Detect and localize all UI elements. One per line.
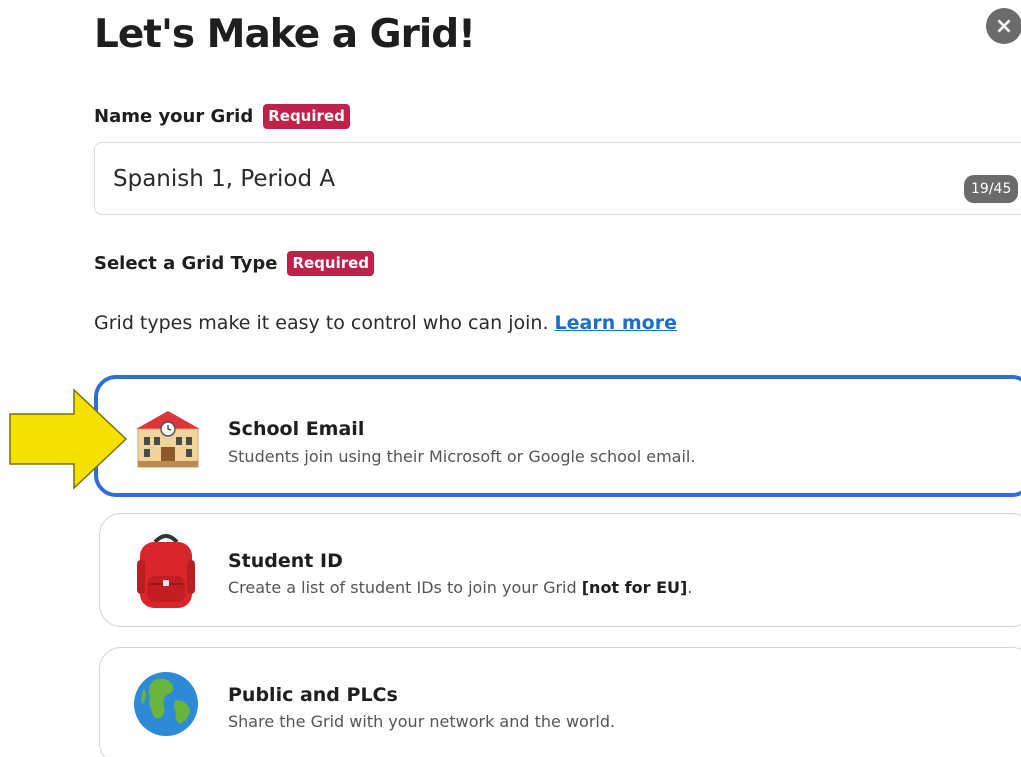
grid-type-label-row: Select a Grid Type Required <box>94 251 375 276</box>
name-field-label-row: Name your Grid Required <box>94 104 350 129</box>
grid-name-field: 19/45 <box>94 142 1021 215</box>
school-building-icon <box>136 411 200 468</box>
close-button[interactable]: × <box>986 8 1021 44</box>
grid-type-option-student-id[interactable]: Student ID Create a list of student IDs … <box>99 513 1021 627</box>
learn-more-link[interactable]: Learn more <box>555 312 677 334</box>
name-field-label: Name your Grid <box>94 106 254 127</box>
backpack-icon <box>137 534 195 608</box>
description-suffix: . <box>687 578 693 597</box>
option-title: Student ID <box>228 550 343 572</box>
grid-type-label: Select a Grid Type <box>94 253 278 274</box>
option-description: Create a list of student IDs to join you… <box>228 578 692 597</box>
eu-restriction-note: [not for EU] <box>581 578 688 597</box>
page-title: Let's Make a Grid! <box>94 12 476 57</box>
create-grid-dialog: Let's Make a Grid! × Name your Grid Requ… <box>0 0 1021 757</box>
grid-type-helper: Grid types make it easy to control who c… <box>94 312 677 334</box>
description-text: Create a list of student IDs to join you… <box>228 578 582 597</box>
option-title: Public and PLCs <box>228 684 398 706</box>
option-description: Students join using their Microsoft or G… <box>228 447 696 466</box>
grid-type-option-school-email[interactable]: School Email Students join using their M… <box>94 375 1021 497</box>
required-badge: Required <box>263 104 350 129</box>
grid-name-input[interactable] <box>95 143 1021 214</box>
close-icon: × <box>994 13 1014 39</box>
helper-text: Grid types make it easy to control who c… <box>94 312 549 334</box>
yellow-arrow-icon <box>9 388 128 490</box>
option-title: School Email <box>228 418 365 440</box>
char-count-badge: 19/45 <box>964 175 1019 203</box>
required-badge: Required <box>287 251 375 276</box>
option-description: Share the Grid with your network and the… <box>228 712 616 731</box>
grid-type-option-public-plcs[interactable]: Public and PLCs Share the Grid with your… <box>99 647 1021 757</box>
globe-icon <box>134 672 198 736</box>
